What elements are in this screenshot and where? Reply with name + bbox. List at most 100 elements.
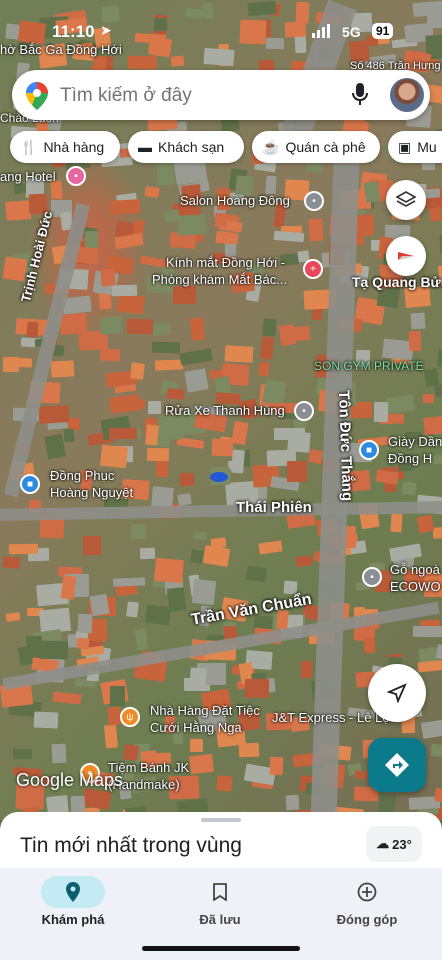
roof-tile: [363, 637, 376, 654]
place-rua-xe[interactable]: Rửa Xe Thanh Hùng: [165, 403, 285, 419]
roof-tile: [77, 613, 93, 634]
chip-cafes[interactable]: ☕ Quán cà phê: [252, 131, 380, 163]
roof-tile: [246, 566, 268, 583]
roof-tile: [420, 718, 442, 739]
place-giay-line1[interactable]: Giày Dần: [388, 434, 442, 450]
roof-tile: [33, 711, 59, 728]
carwash-pin-icon[interactable]: •: [294, 401, 314, 421]
roof-tile: [172, 285, 197, 305]
roof-tile: [42, 610, 64, 629]
roof-tile: [2, 555, 21, 569]
chip-hotels[interactable]: ▬ Khách sạn: [128, 131, 244, 163]
roof-tile: [140, 547, 156, 560]
roof-tile: [262, 318, 277, 337]
roof-tile: [401, 480, 417, 495]
label-hotel: ang Hotel: [0, 169, 56, 184]
nav-explore-label: Khám phá: [41, 912, 105, 927]
my-location-button[interactable]: [368, 664, 426, 722]
roof-tile: [189, 667, 208, 690]
my-location-dot: [210, 472, 228, 482]
roof-tile: [416, 514, 434, 534]
avatar[interactable]: [390, 78, 424, 112]
street-ta-quang-buu: Tạ Quang Bửu: [352, 274, 442, 290]
roof-tile: [245, 678, 270, 699]
clothing-pin-icon[interactable]: ■: [20, 474, 40, 494]
chip-restaurants[interactable]: 🍴 Nhà hàng: [10, 131, 120, 163]
place-giay-line2[interactable]: Đồng H: [388, 451, 432, 467]
roof-tile: [408, 330, 422, 352]
nav-saved[interactable]: Đã lưu: [160, 876, 280, 927]
cloud-rain-icon: ☁: [376, 836, 390, 851]
nav-explore[interactable]: Khám phá: [13, 876, 133, 927]
place-salon-hoang-dong[interactable]: Salon Hoàng Đông: [180, 193, 290, 209]
plus-circle-icon: [357, 882, 377, 902]
roof-tile: [190, 317, 206, 341]
search-input[interactable]: [58, 80, 352, 112]
directions-button[interactable]: [368, 738, 426, 792]
roof-tile: [190, 738, 203, 753]
layers-button[interactable]: [386, 180, 426, 220]
place-dong-phuc-line2[interactable]: Hoàng Nguyệt: [50, 485, 133, 501]
roof-tile: [179, 472, 195, 486]
place-kinh-mat-line1[interactable]: Kính mắt Đồng Hới -: [166, 255, 285, 271]
roof-tile: [385, 394, 415, 414]
roof-tile: [257, 360, 271, 377]
roof-tile: [285, 794, 300, 811]
roof-tile: [5, 357, 34, 368]
place-dong-phuc-line1[interactable]: Đồng Phục: [50, 468, 114, 484]
bottom-nav: Khám phá Đã lưu Đóng góp: [0, 868, 442, 960]
place-kinh-mat-line2[interactable]: Phòng khám Mắt Bác...: [152, 272, 287, 288]
nav-contribute[interactable]: Đóng góp: [307, 876, 427, 927]
search-bar[interactable]: [12, 70, 430, 120]
roof-tile: [170, 55, 185, 68]
nav-saved-label: Đã lưu: [199, 912, 241, 927]
compass-icon: [398, 252, 414, 260]
chip-shopping[interactable]: ▣ Mu: [388, 131, 442, 163]
location-arrow-icon: ➤: [100, 22, 112, 38]
roof-tile: [308, 218, 325, 242]
roof-tile: [145, 604, 172, 626]
sheet-drag-handle[interactable]: [201, 818, 241, 822]
roof-tile: [100, 268, 116, 288]
roof-tile: [373, 401, 389, 423]
roof-tile: [108, 394, 141, 415]
roof-tile: [286, 460, 308, 482]
restaurant-pin-icon[interactable]: ψ: [120, 707, 140, 727]
roof-tile: [82, 788, 112, 810]
wood-pin-icon[interactable]: •: [362, 567, 382, 587]
roof-tile: [193, 531, 208, 541]
roof-tile: [151, 322, 171, 336]
roof-tile: [166, 387, 185, 400]
shoe-store-pin-icon[interactable]: ■: [359, 440, 379, 460]
roof-tile: [5, 612, 21, 622]
place-nha-hang-line1[interactable]: Nhà Hàng Đặt Tiệc: [150, 703, 260, 719]
roof-tile: [283, 580, 298, 595]
roof-tile: [412, 625, 442, 638]
place-son-gym[interactable]: SON GYM PRIVATE: [314, 358, 424, 374]
location-pin-icon: [66, 882, 80, 902]
salon-pin-icon[interactable]: •: [304, 191, 324, 211]
status-bar: 11:10 ➤ 5G 91: [0, 0, 442, 52]
fork-knife-icon: 🍴: [20, 138, 38, 155]
place-go-line1[interactable]: Gỗ ngoà: [390, 562, 440, 578]
compass-button[interactable]: [386, 236, 426, 276]
roof-tile: [144, 186, 160, 199]
roof-tile: [429, 206, 442, 222]
place-go-line2[interactable]: ECOWO: [390, 579, 441, 595]
roof-tile: [154, 558, 185, 583]
roof-tile: [262, 379, 288, 406]
chip-shopping-label: Mu: [417, 139, 437, 155]
hotel-pin-icon[interactable]: ▪: [66, 166, 86, 186]
roof-tile: [295, 554, 313, 567]
roof-tile: [26, 321, 38, 337]
layers-icon: [396, 191, 416, 207]
roof-tile: [214, 212, 228, 227]
roof-tile: [432, 526, 442, 540]
medical-pin-icon[interactable]: +: [303, 259, 323, 279]
roof-tile: [417, 659, 442, 672]
chip-cafes-label: Quán cà phê: [285, 139, 366, 155]
place-nha-hang-line2[interactable]: Cưới Hằng Nga: [150, 720, 242, 736]
roof-tile: [228, 460, 240, 470]
roof-tile: [151, 341, 181, 354]
microphone-icon[interactable]: [352, 83, 368, 112]
